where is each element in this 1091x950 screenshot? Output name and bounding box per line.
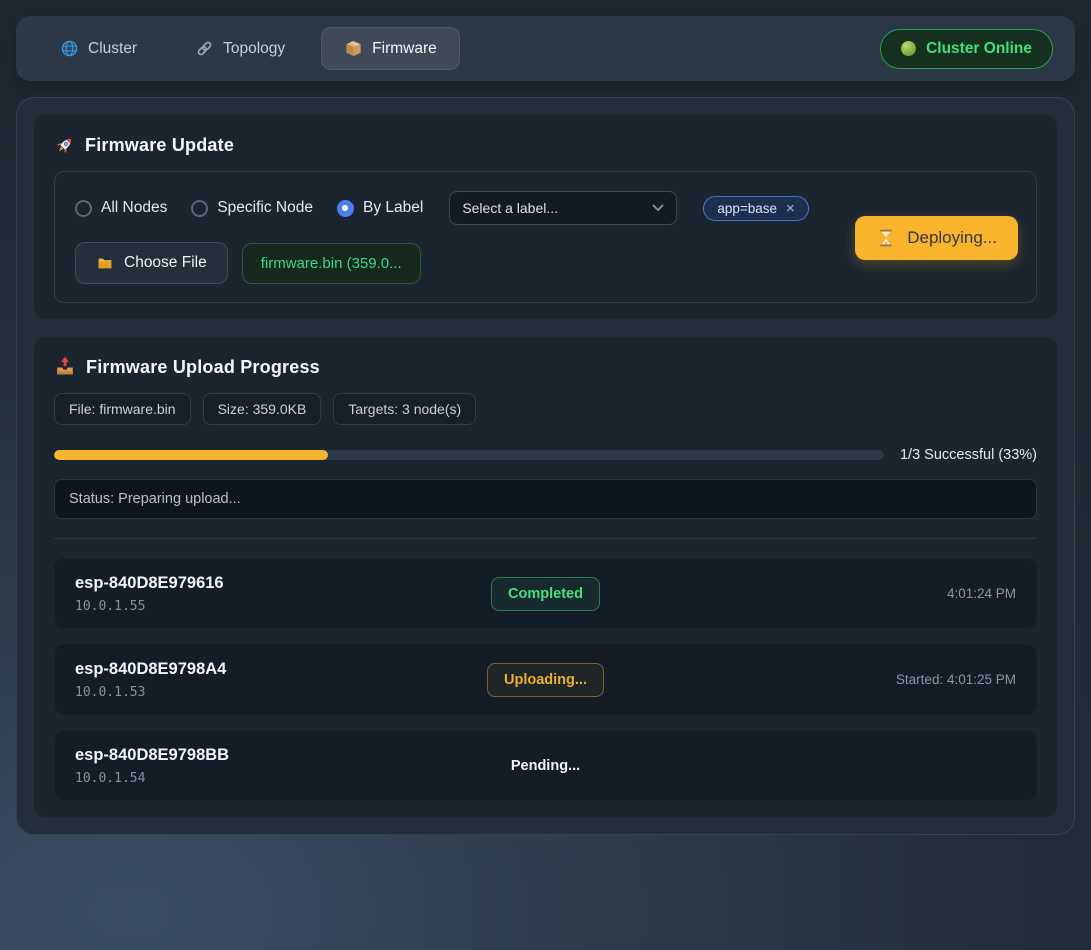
node-time: 4:01:24 PM [600,586,1016,601]
label-select[interactable]: Select a label... [449,191,677,225]
firmware-update-card: Firmware Update All Nodes Specific Node … [33,114,1058,320]
top-nav: Cluster Topology Firmware Cluster Online [16,16,1075,81]
node-name: esp-840D8E9798BB [75,746,511,765]
progress-row: 1/3 Successful (33%) [54,447,1037,463]
section-title-text: Firmware Update [85,133,234,157]
deploy-button-label: Deploying... [907,228,997,248]
selected-file-name: firmware.bin (359.0... [242,243,421,284]
node-time: Started: 4:01:25 PM [604,672,1016,687]
node-row: esp-840D8E9798A4 10.0.1.53 Uploading... … [54,644,1037,715]
deploy-form: All Nodes Specific Node By Label Select … [54,171,1037,303]
deploy-button[interactable]: Deploying... [855,216,1018,260]
main-panel: Firmware Update All Nodes Specific Node … [16,97,1075,835]
node-list: esp-840D8E979616 10.0.1.55 Completed 4:0… [54,558,1037,801]
upload-meta-row: File: firmware.bin Size: 359.0KB Targets… [54,393,1037,425]
status-text-pending: Pending... [511,758,580,774]
link-icon [195,39,214,58]
radio-icon[interactable] [75,200,92,217]
status-badge-uploading: Uploading... [487,663,604,697]
upload-progress-card: Firmware Upload Progress File: firmware.… [33,336,1058,818]
nav-item-cluster[interactable]: Cluster [38,28,159,69]
divider [54,538,1037,539]
hourglass-icon [876,228,896,248]
nav-item-topology[interactable]: Topology [173,28,307,69]
status-badge-completed: Completed [491,577,600,611]
size-badge: Size: 359.0KB [203,393,322,425]
node-row: esp-840D8E979616 10.0.1.55 Completed 4:0… [54,558,1037,629]
tag-remove-icon[interactable]: × [786,201,795,216]
cluster-status-badge: Cluster Online [880,29,1053,69]
progress-bar [54,450,884,460]
upload-progress-title: Firmware Upload Progress [54,355,1037,379]
radio-specific-node[interactable]: Specific Node [191,199,313,217]
node-status: Completed [491,577,600,611]
file-badge: File: firmware.bin [54,393,191,425]
node-info: esp-840D8E9798A4 10.0.1.53 [75,660,487,700]
folder-icon [96,254,114,272]
node-info: esp-840D8E9798BB 10.0.1.54 [75,746,511,786]
node-name: esp-840D8E9798A4 [75,660,487,679]
node-row: esp-840D8E9798BB 10.0.1.54 Pending... [54,730,1037,801]
rocket-icon [54,135,75,156]
targets-badge: Targets: 3 node(s) [333,393,476,425]
file-row: Choose File firmware.bin (359.0... [75,242,835,284]
choose-file-label: Choose File [124,254,207,272]
section-title-text: Firmware Upload Progress [86,355,320,379]
nav-item-label: Topology [223,40,285,58]
target-mode-row: All Nodes Specific Node By Label Select … [75,191,835,225]
package-icon [344,39,363,58]
label-select-placeholder: Select a label... [462,200,558,216]
status-message: Status: Preparing upload... [54,479,1037,519]
upload-tray-icon [54,356,76,378]
green-dot-icon [901,41,916,56]
firmware-update-title: Firmware Update [54,133,1037,157]
radio-icon[interactable] [337,200,354,217]
label-tag-text: app=base [717,201,777,216]
node-status: Pending... [511,757,580,775]
radio-by-label[interactable]: By Label [337,199,423,217]
progress-label: 1/3 Successful (33%) [900,447,1037,463]
chevron-down-icon [652,204,664,212]
nav-item-label: Firmware [372,40,437,58]
cluster-status-label: Cluster Online [926,40,1032,58]
nav-item-firmware[interactable]: Firmware [321,27,460,70]
node-ip: 10.0.1.55 [75,599,491,614]
node-ip: 10.0.1.53 [75,685,487,700]
label-tag: app=base × [703,196,808,221]
radio-icon[interactable] [191,200,208,217]
node-info: esp-840D8E979616 10.0.1.55 [75,574,491,614]
globe-icon [60,39,79,58]
node-status: Uploading... [487,663,604,697]
node-name: esp-840D8E979616 [75,574,491,593]
progress-fill [54,450,328,460]
choose-file-button[interactable]: Choose File [75,242,228,284]
nav-item-label: Cluster [88,40,137,58]
node-ip: 10.0.1.54 [75,771,511,786]
radio-all-nodes[interactable]: All Nodes [75,199,167,217]
